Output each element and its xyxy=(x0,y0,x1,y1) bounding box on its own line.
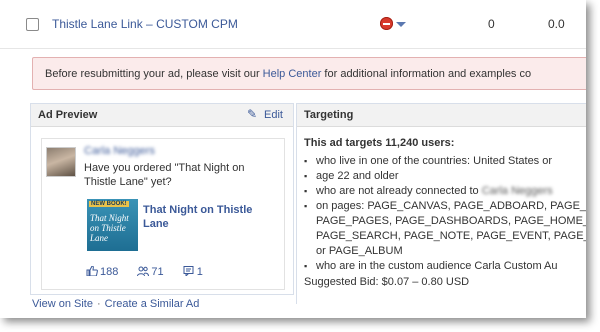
help-center-link[interactable]: Help Center xyxy=(263,68,322,80)
targeting-list: who live in one of the countries: United… xyxy=(304,154,586,274)
book-cover-image[interactable]: NEW BOOK! That Night on Thistle Lane xyxy=(87,199,138,251)
targeting-header: Targeting xyxy=(297,104,586,127)
ad-preview-header: Ad Preview ✎ Edit xyxy=(31,104,293,127)
view-on-site-link[interactable]: View on Site xyxy=(32,298,93,310)
alert-message: Before resubmitting your ad, please visi… xyxy=(45,68,531,80)
people-count: 71 xyxy=(151,266,164,278)
posts-count: 1 xyxy=(196,266,203,278)
targeting-item-continued: PAGE_SEARCH, PAGE_NOTE, PAGE_EVENT, PAGE… xyxy=(316,230,586,242)
targeting-item: age 22 and older xyxy=(304,169,586,184)
book-badge: NEW BOOK! xyxy=(89,201,129,207)
targeting-title: Targeting xyxy=(304,109,354,121)
ad-preview-panel: Ad Preview ✎ Edit Carla Neggers Have you… xyxy=(30,103,294,295)
likes-count: 188 xyxy=(100,266,119,278)
comment-icon xyxy=(183,266,194,276)
targeting-item-continued: or PAGE_ALBUM xyxy=(316,245,403,257)
blurred-connection-name: Carla Neggers xyxy=(481,185,553,197)
ad-name-link[interactable]: Thistle Lane Link – CUSTOM CPM xyxy=(52,17,238,31)
create-similar-ad-link[interactable]: Create a Similar Ad xyxy=(105,298,200,310)
targeting-item-continued: PAGE_PAGES, PAGE_DASHBOARDS, PAGE_HOME_F xyxy=(316,215,586,227)
ad-preview-title: Ad Preview xyxy=(38,109,98,121)
likes-stat[interactable]: 188 xyxy=(86,266,126,278)
ad-row-value-2: 0.0 xyxy=(548,17,565,31)
targeting-item: who are in the custom audience Carla Cus… xyxy=(304,259,586,274)
chevron-down-icon[interactable] xyxy=(396,22,406,27)
alert-text-before: Before resubmitting your ad, please visi… xyxy=(45,68,263,80)
suggested-bid: Suggested Bid: $0.07 – 0.80 USD xyxy=(304,276,470,288)
ad-row: Thistle Lane Link – CUSTOM CPM 0 0.0 xyxy=(0,0,586,49)
ad-row-checkbox[interactable] xyxy=(26,18,39,31)
pencil-icon[interactable]: ✎ xyxy=(247,108,257,120)
people-stat[interactable]: 71 xyxy=(137,266,171,278)
engagement-stats: 188 71 1 xyxy=(86,266,219,278)
targeting-item: who live in one of the countries: United… xyxy=(304,154,586,169)
targeting-summary: This ad targets 11,240 users: xyxy=(304,137,455,149)
targeting-item: who are not already connected to Carla N… xyxy=(304,184,586,199)
no-entry-icon[interactable] xyxy=(380,17,393,30)
thumbs-up-icon xyxy=(86,266,98,276)
ads-manager-frame: Thistle Lane Link – CUSTOM CPM 0 0.0 Bef… xyxy=(0,0,586,318)
people-icon xyxy=(137,266,150,276)
advertiser-name[interactable]: Carla Neggers xyxy=(84,145,155,157)
ad-row-value-1: 0 xyxy=(488,17,495,31)
ad-preview-card: Carla Neggers Have you ordered "That Nig… xyxy=(41,138,285,290)
posts-stat[interactable]: 1 xyxy=(183,266,211,278)
targeting-panel: Targeting This ad targets 11,240 users: … xyxy=(296,103,586,304)
targeting-item-text: who are not already connected to xyxy=(316,185,479,197)
targeting-item: on pages: PAGE_CANVAS, PAGE_ADBOARD, PAG… xyxy=(304,199,586,214)
edit-link[interactable]: Edit xyxy=(264,109,283,121)
ad-actions: View on Site · Create a Similar Ad xyxy=(32,298,199,310)
avatar xyxy=(46,147,76,177)
book-cover-title: That Night on Thistle Lane xyxy=(90,213,129,243)
link-separator: · xyxy=(96,298,101,310)
disapproval-alert: Before resubmitting your ad, please visi… xyxy=(32,57,586,90)
page-link[interactable]: That Night on Thistle Lane xyxy=(143,203,273,231)
ad-body-text: Have you ordered "That Night on Thistle … xyxy=(84,162,245,188)
alert-text-after: for additional information and examples … xyxy=(321,68,532,80)
